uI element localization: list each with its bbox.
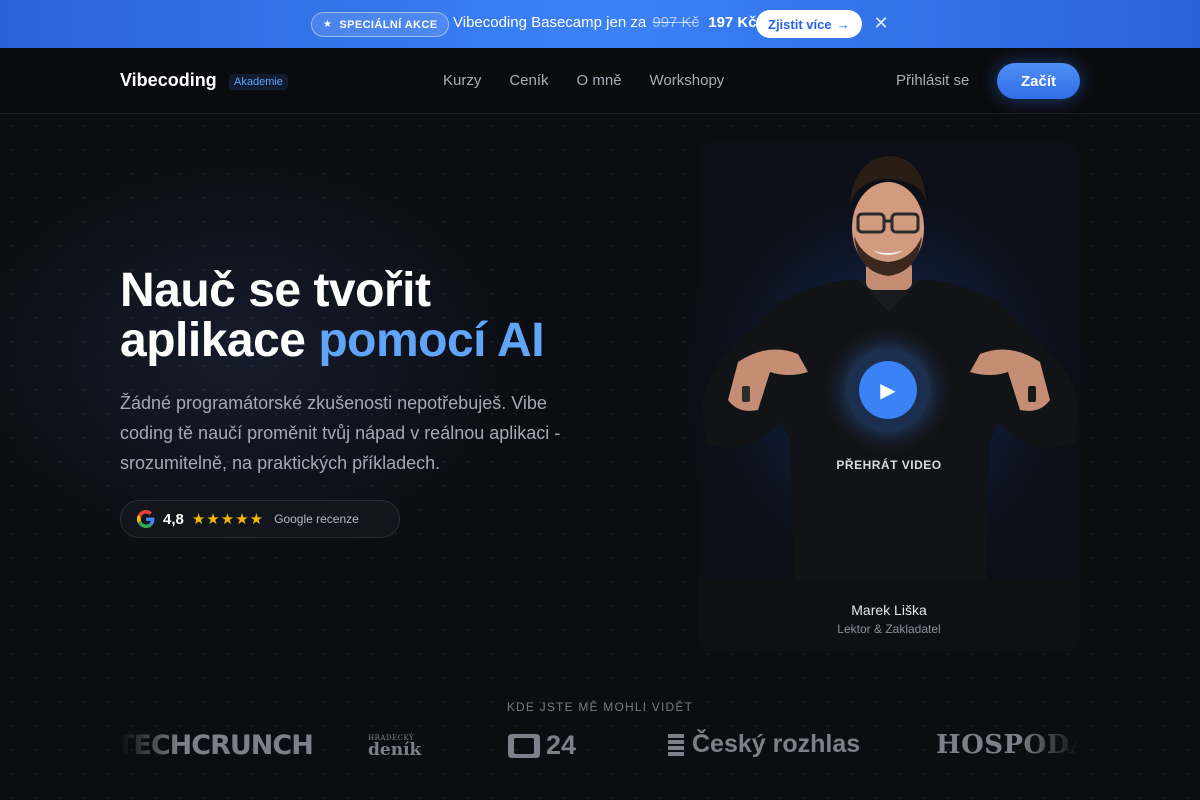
play-icon[interactable]: ▶ bbox=[859, 361, 917, 419]
promo-text-label: Vibecoding Basecamp jen za bbox=[453, 14, 647, 31]
promo-text: Vibecoding Basecamp jen za 997 Kč 197 Kč bbox=[453, 14, 757, 31]
promo-new-price: 197 Kč bbox=[708, 14, 757, 31]
play-button-ring[interactable]: ▶ bbox=[846, 348, 930, 432]
close-icon[interactable]: ✕ bbox=[872, 14, 890, 32]
hero-title-accent: pomocí AI bbox=[318, 314, 545, 367]
cesky-rozhlas-logo: Český rozhlas bbox=[666, 730, 860, 759]
promo-cta-button[interactable]: Zjistit více → bbox=[756, 10, 862, 38]
rozhlas-text: Český rozhlas bbox=[692, 730, 861, 758]
brand-tag: Akademie bbox=[229, 74, 288, 90]
hero-title: Nauč se tvořit aplikace pomocí AI bbox=[120, 264, 545, 367]
promo-badge-label: SPECIÁLNÍ AKCE bbox=[339, 18, 438, 31]
techcrunch-logo: TECHCRUNCH bbox=[120, 730, 314, 761]
nav-links: Kurzy Ceník O mně Workshopy bbox=[443, 72, 724, 89]
ct-icon bbox=[508, 733, 540, 758]
nav-link-kurzy[interactable]: Kurzy bbox=[443, 72, 481, 89]
denik-big-text: deník bbox=[368, 740, 422, 760]
top-navigation: Vibecoding Akademie Kurzy Ceník O mně Wo… bbox=[0, 48, 1200, 114]
google-icon bbox=[137, 510, 155, 528]
hero-title-line1: Nauč se tvořit bbox=[120, 264, 431, 317]
hero-subtitle: Žádné programátorské zkušenosti nepotřeb… bbox=[120, 393, 561, 473]
promo-old-price: 997 Kč bbox=[652, 14, 700, 31]
presenter-role: Lektor & Zakladatel bbox=[837, 622, 941, 636]
nav-link-workshopy[interactable]: Workshopy bbox=[650, 72, 725, 89]
nav-link-cenik[interactable]: Ceník bbox=[509, 72, 548, 89]
play-video-label[interactable]: PŘEHRÁT VIDEO bbox=[698, 458, 1080, 472]
google-rating-badge[interactable]: 4,8 ★★★★★ Google recenze bbox=[120, 500, 400, 538]
promo-badge: ★ SPECIÁLNÍ AKCE bbox=[311, 12, 450, 37]
ct24-logo: 24 bbox=[506, 730, 576, 761]
hospodar-logo: HOSPODÁŘ bbox=[936, 730, 1080, 760]
press-title: KDE JSTE MĚ MOHLI VIDĚT bbox=[506, 700, 694, 714]
announcement-bar: ★ SPECIÁLNÍ AKCE Vibecoding Basecamp jen… bbox=[0, 0, 1200, 48]
presenter-name: Marek Liška bbox=[851, 602, 927, 618]
rozhlas-icon bbox=[668, 733, 684, 756]
rating-label: Google recenze bbox=[274, 512, 359, 526]
nav-link-o-mne[interactable]: O mně bbox=[577, 72, 622, 89]
promo-cta-label: Zjistit více bbox=[768, 16, 832, 32]
video-caption: Marek Liška Lektor & Zakladatel bbox=[698, 580, 1080, 652]
hradecky-denik-logo: HRADECKÝ deník bbox=[368, 734, 421, 759]
hero-section: Nauč se tvořit aplikace pomocí AI Žádné … bbox=[0, 114, 1200, 800]
rating-stars-icon: ★★★★★ bbox=[191, 511, 265, 528]
star-icon: ★ bbox=[323, 19, 333, 30]
press-logo-strip: TECHCRUNCH HRADECKÝ deník 24 Český rozhl… bbox=[120, 726, 1080, 766]
intro-video[interactable]: ▶ PŘEHRÁT VIDEO Marek Liška Lektor & Zak… bbox=[698, 142, 1080, 652]
start-button[interactable]: Začít bbox=[997, 63, 1080, 99]
hero-title-plain: aplikace bbox=[120, 314, 306, 367]
login-link[interactable]: Přihlásit se bbox=[896, 72, 969, 89]
ct24-text: 24 bbox=[546, 730, 577, 760]
hero-title-line2: aplikace pomocí AI bbox=[120, 314, 545, 367]
arrow-right-icon: → bbox=[836, 16, 850, 32]
brand-logo[interactable]: Vibecoding bbox=[120, 70, 217, 91]
rating-value: 4,8 bbox=[163, 510, 184, 528]
